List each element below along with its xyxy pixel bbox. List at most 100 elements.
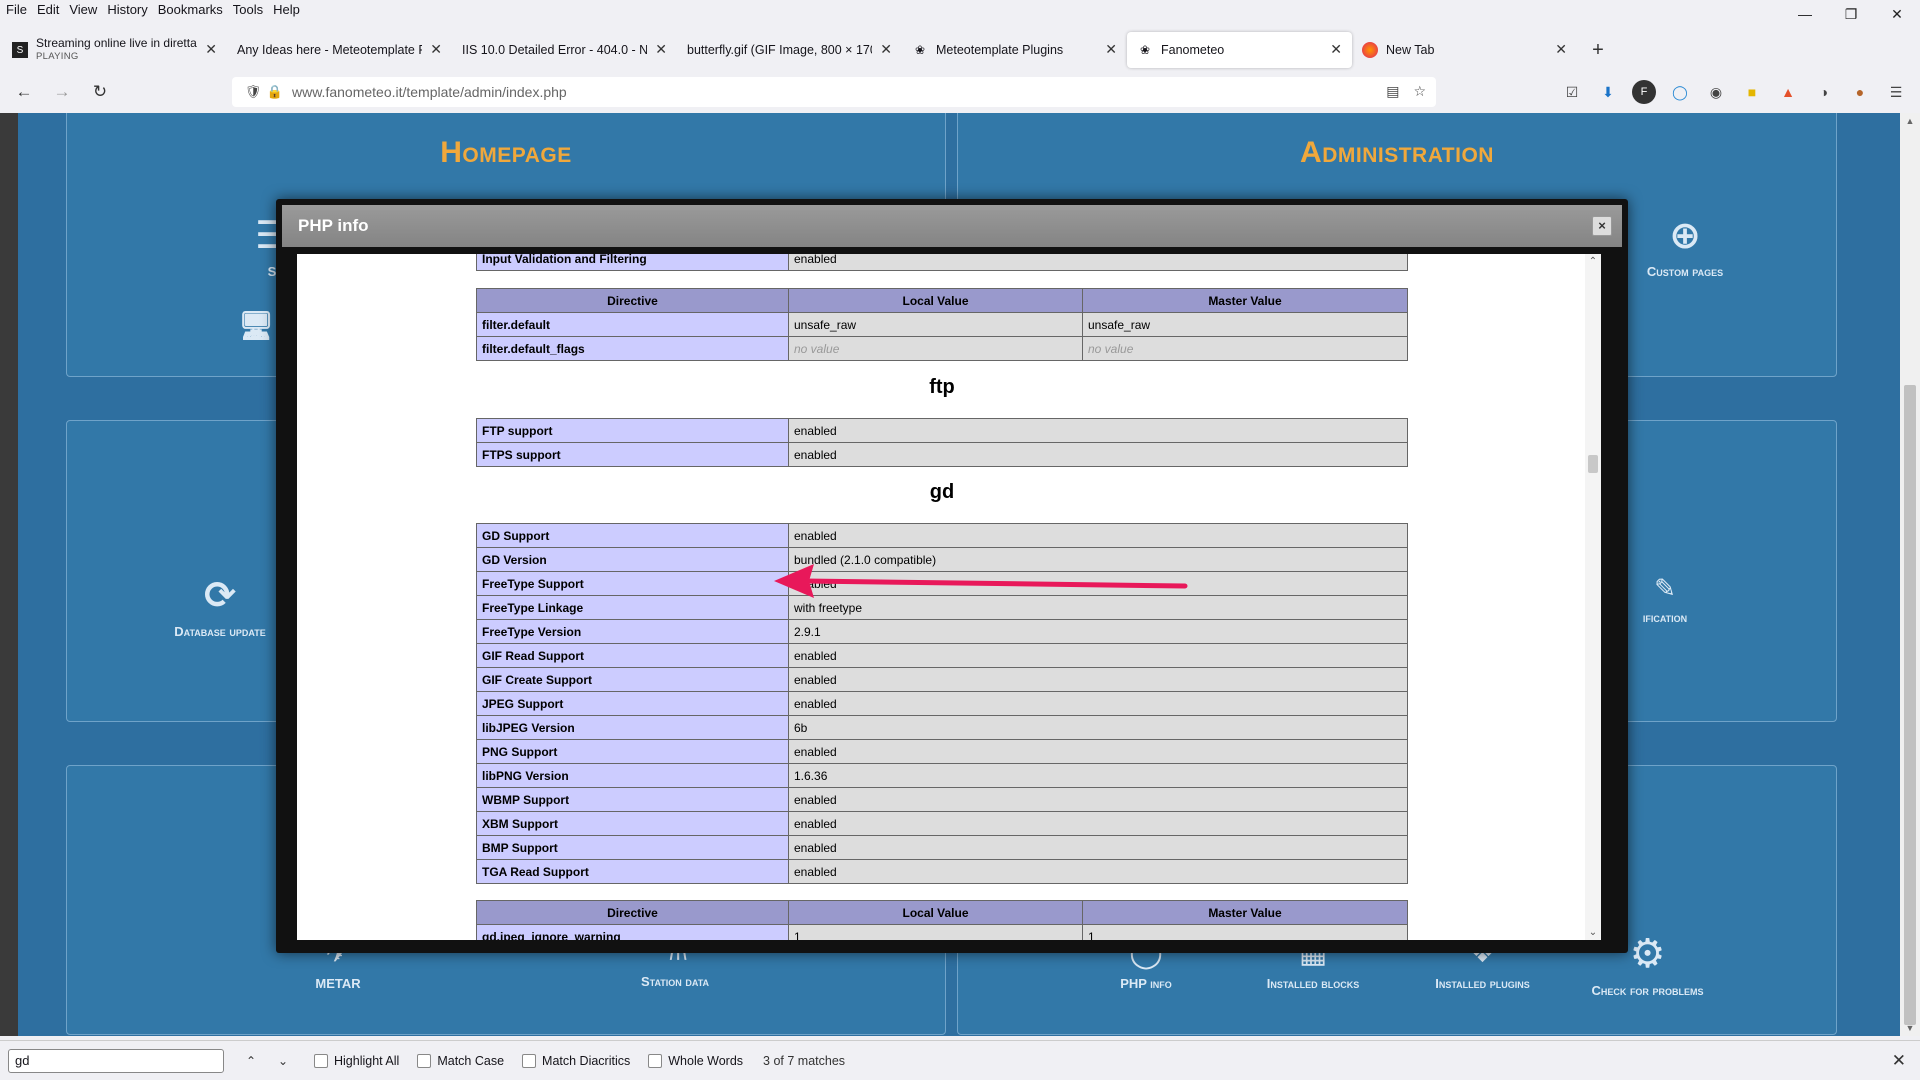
station-data-label: Station data: [640, 974, 710, 989]
new-tab-plus-icon[interactable]: +: [1583, 35, 1613, 65]
scrollbar-thumb[interactable]: [1904, 385, 1916, 1025]
tab-butterfly-gif[interactable]: butterfly.gif (GIF Image, 800 × 170 p ✕: [677, 32, 902, 68]
php-info-label: PHP info: [1120, 976, 1172, 991]
back-arrow-icon[interactable]: ←: [8, 76, 40, 108]
tab-title: Streaming online live in diretta: [36, 36, 197, 50]
row-key: GD Support: [476, 523, 789, 548]
menu-file[interactable]: File: [2, 0, 31, 20]
extension-yellow-icon[interactable]: ■: [1740, 80, 1764, 104]
minimize-icon[interactable]: —: [1782, 0, 1828, 28]
extension-globe-icon[interactable]: ◉: [1704, 80, 1728, 104]
modal-scroll-up-icon[interactable]: ⌃: [1585, 256, 1601, 267]
row-value: enabled: [788, 523, 1408, 548]
close-tab-icon[interactable]: ✕: [430, 41, 442, 58]
row-key: BMP Support: [476, 835, 789, 860]
extension-circle-icon[interactable]: ◯: [1668, 80, 1692, 104]
highlight-all-checkbox[interactable]: Highlight All: [314, 1053, 399, 1068]
modal-scrollbar[interactable]: ⌃ ⌄: [1585, 254, 1601, 940]
tab-iis-error[interactable]: IIS 10.0 Detailed Error - 404.0 - Not F …: [452, 32, 677, 68]
tab-streaming[interactable]: S Streaming online live in diretta PLAYIN…: [2, 32, 227, 68]
close-find-bar-icon[interactable]: ✕: [1892, 1051, 1906, 1071]
reload-icon[interactable]: ↻: [84, 76, 116, 108]
section-heading-gd: gd: [929, 481, 955, 503]
column-header: Directive: [476, 900, 789, 925]
table-row: libPNG Version 1.6.36: [476, 763, 1408, 788]
close-tab-icon[interactable]: ✕: [1330, 41, 1342, 58]
tab-title: IIS 10.0 Detailed Error - 404.0 - Not F: [462, 43, 647, 57]
menu-bookmarks[interactable]: Bookmarks: [154, 0, 227, 20]
whole-words-checkbox[interactable]: Whole Words: [648, 1053, 743, 1068]
pocket-icon[interactable]: ☑: [1560, 80, 1584, 104]
checkbox-box[interactable]: [522, 1053, 537, 1068]
menu-bar: File Edit View History Bookmarks Tools H…: [0, 0, 1920, 20]
url-bar[interactable]: 🛡 🔒 www.fanometeo.it/template/admin/inde…: [232, 77, 1436, 107]
table-row: filter.default unsafe_raw unsafe_raw: [476, 312, 1408, 337]
installed-plugins-label: Installed plugins: [1435, 976, 1530, 991]
menu-history[interactable]: History: [103, 0, 151, 20]
close-tab-icon[interactable]: ✕: [880, 41, 892, 58]
row-key: Input Validation and Filtering: [476, 254, 789, 271]
close-tab-icon[interactable]: ✕: [1105, 41, 1117, 58]
match-case-checkbox[interactable]: Match Case: [417, 1053, 504, 1068]
menu-hamburger-icon[interactable]: ☰: [1884, 80, 1908, 104]
checkbox-box[interactable]: [417, 1053, 432, 1068]
gd-table: GD Support enabled GD Version bundled (2.1.…: [476, 523, 1408, 884]
close-tab-icon[interactable]: ✕: [655, 41, 667, 58]
match-diacritics-checkbox[interactable]: Match Diacritics: [522, 1053, 631, 1068]
close-window-icon[interactable]: ✕: [1874, 0, 1920, 28]
modal-close-button[interactable]: ×: [1592, 216, 1612, 236]
row-key: filter.default_flags: [476, 336, 789, 361]
menu-help[interactable]: Help: [269, 0, 304, 20]
checkbox-label: Match Diacritics: [542, 1053, 631, 1068]
modal-scrollbar-thumb[interactable]: [1588, 455, 1598, 473]
tile-monitor[interactable]: 🖥: [236, 309, 276, 348]
find-input[interactable]: gd: [8, 1048, 224, 1073]
reader-view-icon[interactable]: ▤: [1386, 83, 1399, 100]
modal-scroll-down-icon[interactable]: ⌄: [1585, 927, 1601, 938]
menu-edit[interactable]: Edit: [33, 0, 63, 20]
tab-new-tab[interactable]: New Tab ✕: [1352, 32, 1577, 68]
find-next-icon[interactable]: ⌄: [270, 1054, 296, 1068]
menu-tools[interactable]: Tools: [229, 0, 267, 20]
menu-view[interactable]: View: [65, 0, 101, 20]
table-header-row: Directive Local Value Master Value: [476, 288, 1408, 313]
bookmark-star-icon[interactable]: ☆: [1413, 83, 1426, 100]
row-value: bundled (2.1.0 compatible): [788, 547, 1408, 572]
shield-icon[interactable]: 🛡: [242, 84, 264, 100]
row-value: enabled: [788, 787, 1408, 812]
checkbox-box[interactable]: [648, 1053, 663, 1068]
forward-arrow-icon[interactable]: →: [46, 76, 78, 108]
lock-icon[interactable]: 🔒: [264, 84, 286, 100]
table-row: filter.default_flags no value no value: [476, 336, 1408, 361]
tile-certification[interactable]: ✎ ification: [1620, 573, 1710, 625]
row-value: 2.9.1: [788, 619, 1408, 644]
tab-fanometeo[interactable]: ❀ Fanometeo ✕: [1127, 32, 1352, 68]
row-key: filter.default: [476, 312, 789, 337]
row-value: with freetype: [788, 595, 1408, 620]
extension-dark-icon[interactable]: ◑: [1812, 80, 1836, 104]
homepage-title: Homepage: [440, 136, 572, 169]
close-tab-icon[interactable]: ✕: [205, 41, 217, 58]
tab-title: New Tab: [1386, 43, 1435, 57]
tab-meteotemplate-plugins[interactable]: ❀ Meteotemplate Plugins ✕: [902, 32, 1127, 68]
tab-meteotemplate-forum[interactable]: Any Ideas here - Meteotemplate For ✕: [227, 32, 452, 68]
page-scrollbar[interactable]: ▲ ▼: [1900, 113, 1920, 1036]
tile-database-update[interactable]: ⟳ Database update: [170, 573, 270, 639]
streaming-favicon-icon: S: [12, 42, 28, 58]
download-icon[interactable]: ⬇: [1596, 80, 1620, 104]
scroll-down-icon[interactable]: ▼: [1900, 1023, 1920, 1033]
extension-f-icon[interactable]: F: [1632, 80, 1656, 104]
tile-custom-pages[interactable]: ⊕ Custom pages: [1620, 213, 1750, 279]
row-master-value: 1: [1082, 924, 1408, 940]
close-tab-icon[interactable]: ✕: [1555, 41, 1567, 58]
tab-playing-label: PLAYING: [36, 51, 79, 62]
extension-fire-icon[interactable]: ▲: [1776, 80, 1800, 104]
extension-avatar-icon[interactable]: ●: [1848, 80, 1872, 104]
scroll-up-icon[interactable]: ▲: [1900, 116, 1920, 126]
restore-icon[interactable]: ❐: [1828, 0, 1874, 28]
table-row: TGA Read Support enabled: [476, 859, 1408, 884]
url-text[interactable]: www.fanometeo.it/template/admin/index.ph…: [292, 84, 567, 100]
row-key: PNG Support: [476, 739, 789, 764]
find-previous-icon[interactable]: ⌃: [238, 1054, 264, 1068]
checkbox-box[interactable]: [314, 1053, 328, 1068]
